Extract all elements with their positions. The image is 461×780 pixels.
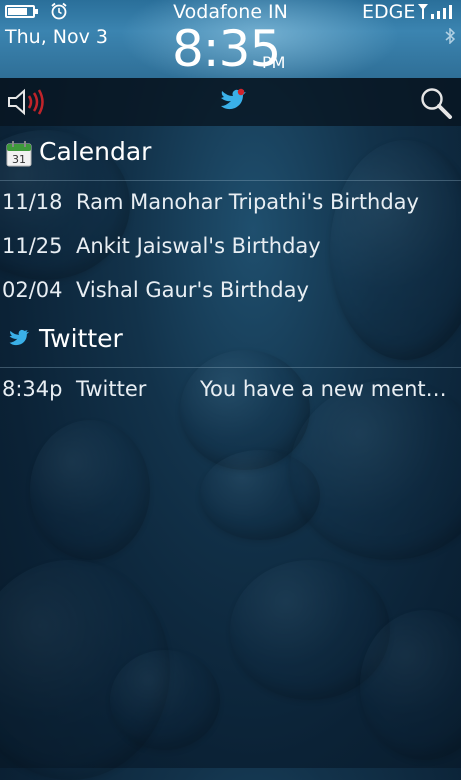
notification-source: Twitter — [76, 377, 147, 401]
network-type: EDGE — [362, 1, 416, 23]
twitter-section-header[interactable]: Twitter — [0, 313, 461, 368]
notification-message: You have a new ment… — [200, 377, 447, 401]
event-date: 11/25 — [2, 234, 63, 258]
notification-list: 31 Calendar 11/18 Ram Manohar Tripathi's… — [0, 126, 461, 412]
toolbar — [0, 78, 461, 126]
twitter-bird-notification-icon[interactable] — [218, 86, 248, 114]
svg-text:31: 31 — [12, 153, 26, 166]
signal-strength-icon — [418, 4, 452, 19]
speaker-volume-icon[interactable] — [6, 87, 46, 117]
clock-ampm: PM — [262, 53, 286, 72]
event-date: 11/18 — [2, 190, 63, 214]
notification-time: 8:34p — [2, 377, 63, 401]
calendar-section-header[interactable]: 31 Calendar — [0, 126, 461, 181]
list-item[interactable]: 11/25 Ankit Jaiswal's Birthday — [0, 225, 461, 269]
event-title: Ram Manohar Tripathi's Birthday — [76, 190, 419, 214]
event-title: Ankit Jaiswal's Birthday — [76, 234, 321, 258]
calendar-section-title: Calendar — [39, 137, 152, 166]
twitter-section-title: Twitter — [39, 324, 123, 353]
status-bar: Thu, Nov 3 Vodafone IN 8:35 PM EDGE — [0, 0, 461, 78]
event-date: 02/04 — [2, 278, 63, 302]
calendar-icon: 31 — [6, 141, 32, 167]
twitter-bird-icon — [9, 329, 30, 346]
bluetooth-icon — [445, 28, 456, 44]
status-date: Thu, Nov 3 — [5, 26, 108, 48]
list-item[interactable]: 8:34p Twitter You have a new ment… — [0, 368, 461, 412]
event-title: Vishal Gaur's Birthday — [76, 278, 309, 302]
list-item[interactable]: 02/04 Vishal Gaur's Birthday — [0, 269, 461, 313]
list-item[interactable]: 11/18 Ram Manohar Tripathi's Birthday — [0, 181, 461, 225]
search-icon[interactable] — [419, 87, 453, 119]
